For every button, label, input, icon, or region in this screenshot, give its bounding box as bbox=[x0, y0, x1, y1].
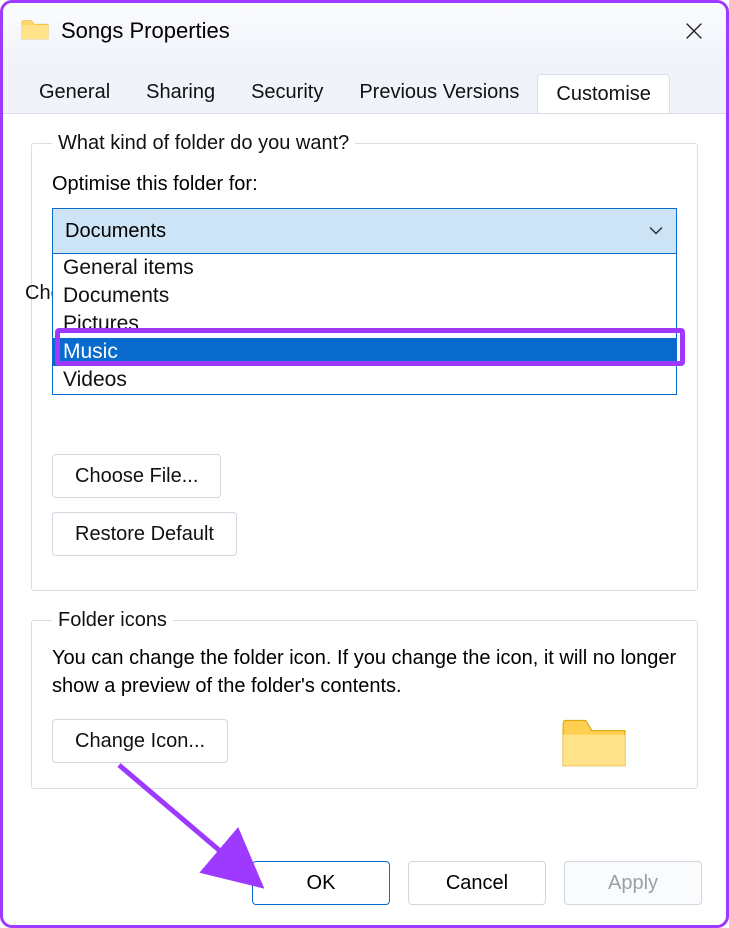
change-icon-button[interactable]: Change Icon... bbox=[52, 719, 228, 763]
close-icon bbox=[683, 20, 705, 42]
close-button[interactable] bbox=[672, 9, 716, 53]
folder-icon bbox=[21, 17, 61, 46]
titlebar: Songs Properties bbox=[3, 3, 726, 59]
group-folder-icons: Folder icons You can change the folder i… bbox=[31, 609, 698, 789]
tab-customise[interactable]: Customise bbox=[537, 74, 669, 114]
restore-default-button[interactable]: Restore Default bbox=[52, 512, 237, 556]
tab-sharing[interactable]: Sharing bbox=[128, 73, 233, 113]
choose-file-button[interactable]: Choose File... bbox=[52, 454, 221, 498]
combo-option-videos[interactable]: Videos bbox=[53, 366, 676, 394]
apply-button: Apply bbox=[564, 861, 702, 905]
tab-content: What kind of folder do you want? Optimis… bbox=[3, 113, 726, 853]
optimise-combo-box[interactable]: Documents bbox=[52, 208, 677, 254]
folder-icons-desc: You can change the folder icon. If you c… bbox=[52, 644, 677, 700]
group-folder-kind: What kind of folder do you want? Optimis… bbox=[31, 132, 698, 591]
group-folder-kind-legend: What kind of folder do you want? bbox=[52, 132, 355, 155]
tab-general[interactable]: General bbox=[21, 73, 128, 113]
group-folder-icons-legend: Folder icons bbox=[52, 609, 173, 632]
optimise-combo[interactable]: Documents General items Documents Pictur… bbox=[52, 208, 677, 254]
tabstrip: General Sharing Security Previous Versio… bbox=[3, 59, 726, 113]
folder-icon bbox=[561, 714, 627, 768]
combo-option-documents[interactable]: Documents bbox=[53, 282, 676, 310]
dialog-buttons: OK Cancel Apply bbox=[252, 861, 702, 905]
ok-button[interactable]: OK bbox=[252, 861, 390, 905]
tab-previous-versions[interactable]: Previous Versions bbox=[341, 73, 537, 113]
combo-option-general-items[interactable]: General items bbox=[53, 254, 676, 282]
optimise-combo-value: Documents bbox=[65, 220, 166, 243]
combo-option-music[interactable]: Music bbox=[53, 338, 676, 366]
optimise-label: Optimise this folder for: bbox=[52, 173, 677, 196]
cancel-button[interactable]: Cancel bbox=[408, 861, 546, 905]
window-title: Songs Properties bbox=[61, 18, 230, 44]
tab-security[interactable]: Security bbox=[233, 73, 341, 113]
combo-option-pictures[interactable]: Pictures bbox=[53, 310, 676, 338]
optimise-combo-list: General items Documents Pictures Music V… bbox=[52, 254, 677, 395]
chevron-down-icon bbox=[648, 220, 664, 243]
